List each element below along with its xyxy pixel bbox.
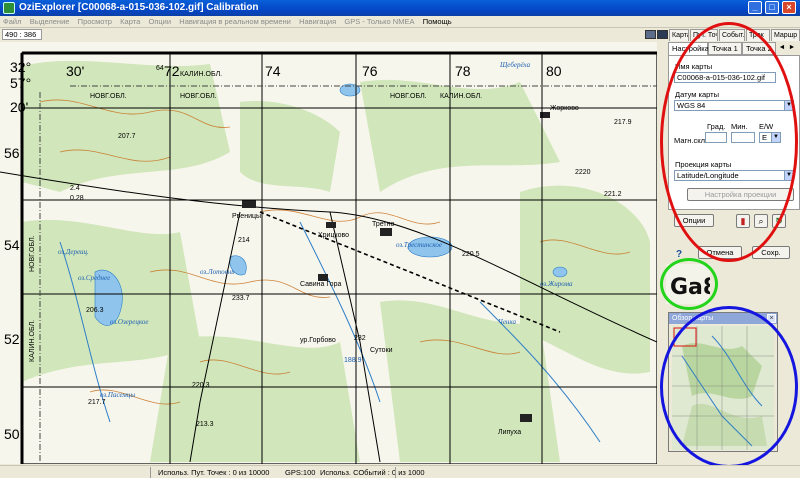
minimize-button[interactable]: _: [748, 1, 762, 14]
menu-gps-nmea[interactable]: GPS - Только NMEA: [341, 16, 417, 28]
topo-map[interactable]: 72 74 76 78 80 56 54 52 50 32° 30' 57° 2…: [0, 42, 657, 464]
menu-options[interactable]: Опции: [145, 16, 174, 28]
grid-label-left: 54: [4, 237, 20, 253]
place-label: Савина Гора: [300, 281, 341, 288]
tab-route[interactable]: Маршр: [771, 29, 800, 41]
height-label: 207.7: [118, 133, 136, 140]
border-label: КАЛИН.ОБЛ.: [180, 71, 222, 78]
border-label: НОВГ.ОБЛ.: [90, 93, 127, 100]
status-gps: GPS:100: [285, 468, 316, 477]
place-label: оз.Дереиц.: [58, 248, 89, 256]
left-region-label: КАЛИН.ОБЛ.: [29, 320, 36, 362]
menu-view[interactable]: Просмотр: [75, 16, 115, 28]
height-label: 188.9: [344, 357, 362, 364]
place-label: Сутоки: [370, 347, 393, 354]
grid-label-top: 76: [362, 63, 378, 79]
save-map-icon[interactable]: [645, 30, 656, 39]
menu-file[interactable]: Файл: [0, 16, 24, 28]
green-annotation-ellipse: [660, 258, 718, 310]
grid-label-left: 52: [4, 331, 20, 347]
tab-map[interactable]: Карта: [669, 29, 689, 41]
place-label: Ченка: [498, 318, 517, 326]
menu-realtime-nav[interactable]: Навигация в реальном времени: [176, 16, 294, 28]
tab-scroll-right-icon[interactable]: ►: [788, 43, 796, 53]
red-annotation-ellipse: [660, 22, 798, 262]
window-title: OziExplorer [C00068-a-015-036-102.gif] C…: [19, 2, 259, 13]
toolbar: 490 : 386 Карта Пут. Точ. Событ. Трек Ма…: [0, 29, 800, 41]
place-label: оз.Жирома: [540, 280, 573, 288]
height-label: 2.4: [70, 185, 80, 192]
height-label: 220.3: [192, 382, 210, 389]
place-label: оз.Лотовнь: [200, 268, 234, 276]
corner-small-label: 64: [156, 65, 164, 72]
height-label: 213.3: [196, 421, 214, 428]
menu-bar: Файл Выделение Просмотр Карта Опции Нави…: [0, 16, 800, 28]
place-label: Липуха: [498, 429, 521, 436]
corner-lon: 32°: [10, 59, 31, 75]
place-label: оз.Озерецкое: [110, 318, 149, 326]
menu-help[interactable]: Помощь: [420, 16, 455, 28]
menu-selection[interactable]: Выделение: [27, 16, 73, 28]
border-label: НОВГ.ОБЛ.: [180, 93, 217, 100]
border-label: КАЛИН.ОБЛ.: [440, 93, 482, 100]
place-label: Жорково: [550, 105, 579, 112]
grid-label-top: 74: [265, 63, 281, 79]
place-label: Хрицково: [318, 232, 349, 239]
place-label: ур.Горбово: [300, 336, 336, 344]
app-icon: [3, 2, 15, 14]
status-waypoints: Использ. Пут. Точек : 0 из 10000: [158, 468, 270, 477]
corner-lat-min: 20': [10, 99, 28, 115]
height-label: 221.2: [604, 191, 622, 198]
status-events: Использ. СОбытий : 0 из 1000: [320, 468, 425, 477]
corner-lon-min: 30': [66, 63, 84, 79]
height-label: 214: [238, 237, 250, 244]
status-divider: [395, 467, 396, 478]
place-label: оз.Трестинское: [396, 241, 442, 249]
height-label: 217.7: [88, 399, 106, 406]
corner-lat: 57°: [10, 75, 31, 91]
map-view[interactable]: 72 74 76 78 80 56 54 52 50 32° 30' 57° 2…: [0, 42, 657, 464]
grid-label-top: 78: [455, 63, 471, 79]
grid-label-top: 72: [164, 63, 180, 79]
grid-label-left: 50: [4, 426, 20, 442]
cursor-coords: 490 : 386: [2, 29, 42, 40]
height-label: 232: [354, 335, 366, 342]
height-label: 233.7: [232, 295, 250, 302]
height-label: 2220: [575, 169, 591, 176]
grid-label-top: 80: [546, 63, 562, 79]
menu-map[interactable]: Карта: [117, 16, 143, 28]
left-region-label: НОВГ.ОБЛ.: [29, 235, 36, 272]
place-label: Рвеницы: [232, 213, 261, 220]
download-icon[interactable]: [657, 30, 668, 39]
height-label: 217.9: [614, 119, 632, 126]
close-button[interactable]: ×: [782, 1, 796, 14]
place-label: оз.Среднее: [78, 274, 110, 282]
status-divider: [150, 467, 151, 478]
place-label: Третно: [372, 221, 395, 228]
title-bar[interactable]: OziExplorer [C00068-a-015-036-102.gif] C…: [0, 0, 800, 16]
place-label: оз.Пасемцы: [100, 391, 135, 399]
menu-navigation[interactable]: Навигация: [296, 16, 339, 28]
border-label: НОВГ.ОБЛ.: [390, 93, 427, 100]
status-bar: Использ. Пут. Точек : 0 из 10000 GPS:100…: [0, 465, 800, 478]
blue-annotation-ellipse: [660, 306, 798, 468]
height-label: 0.28: [70, 195, 84, 202]
maximize-button[interactable]: □: [765, 1, 779, 14]
tab-scroll-left-icon[interactable]: ◄: [778, 43, 786, 53]
height-label: 206.3: [86, 307, 104, 314]
grid-label-left: 56: [4, 145, 20, 161]
height-label: 220.5: [462, 251, 480, 258]
place-label: Щеберёха: [499, 61, 531, 69]
